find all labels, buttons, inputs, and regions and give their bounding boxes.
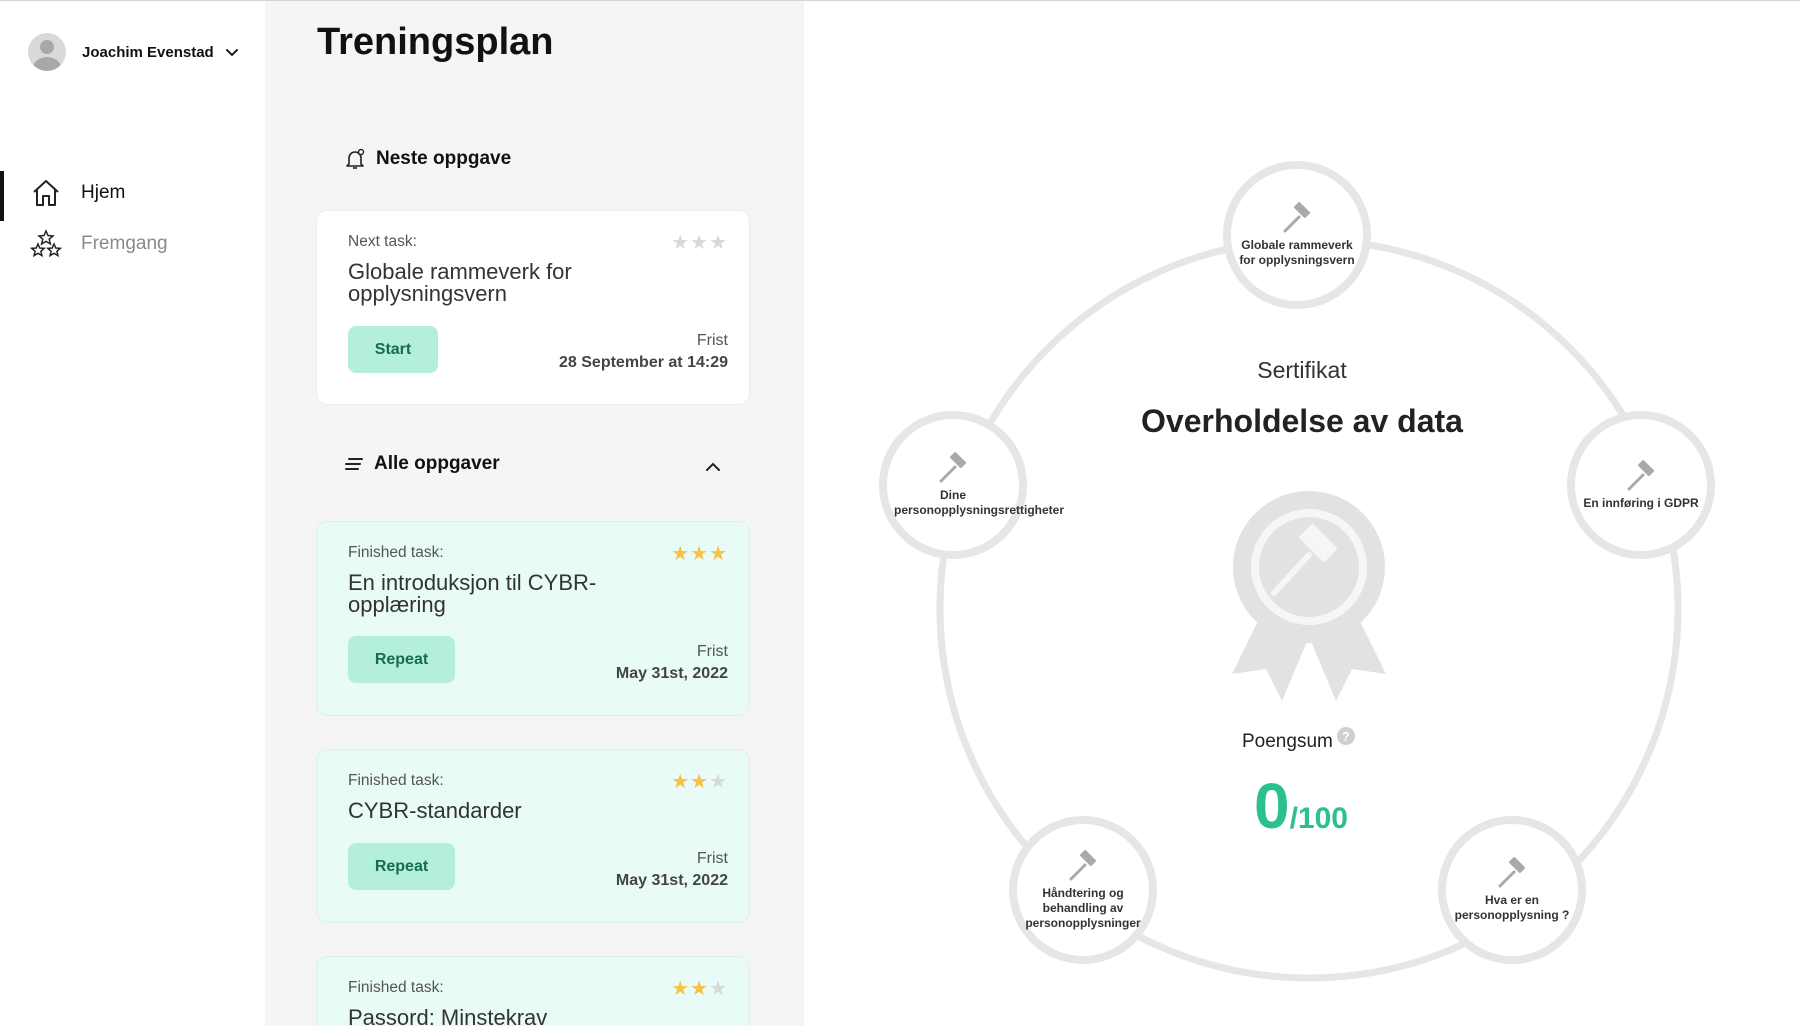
score-label-text: Poengsum [1242, 731, 1333, 752]
star-icon: ★ [709, 978, 727, 1000]
section-label: Alle oppgaver [374, 453, 500, 474]
deadline-value: May 31st, 2022 [615, 872, 728, 889]
gavel-icon [939, 452, 967, 483]
task-kind: Finished task: [348, 544, 444, 561]
gavel-icon [1069, 849, 1097, 880]
start-button[interactable]: Start [348, 326, 438, 373]
star-icon: ★ [709, 543, 727, 565]
module-label: Globale rammeverk for opplysningsvern [1239, 238, 1355, 267]
star-rating: ★ ★ ★ [671, 979, 727, 999]
sidebar-item-label: Hjem [81, 182, 126, 203]
star-rating: ★ ★ ★ [671, 772, 727, 792]
deadline: Frist 28 September at 14:29 [559, 332, 728, 372]
next-task-card: Next task: ★ ★ ★ Globale rammeverk for o… [317, 211, 749, 404]
star-icon: ★ [709, 771, 727, 793]
sidebar-item-home[interactable]: Hjem [0, 171, 265, 221]
all-tasks-heading: Alle oppgaver [343, 453, 500, 475]
bell-icon [346, 148, 365, 169]
task-card: Finished task: ★ ★ ★ En introduksjon til… [317, 522, 749, 715]
task-kind: Finished task: [348, 979, 444, 996]
star-icon: ★ [690, 543, 709, 565]
deadline-label: Frist [696, 643, 728, 660]
star-icon: ★ [690, 771, 709, 793]
gavel-icon [1283, 202, 1311, 233]
gavel-icon [1498, 857, 1526, 888]
repeat-button[interactable]: Repeat [348, 843, 455, 890]
chevron-down-icon [225, 49, 238, 57]
page-title: Treningsplan [317, 21, 554, 63]
score: 0 [1254, 770, 1290, 842]
score-value: 0/100 [1254, 769, 1348, 843]
deadline: Frist May 31st, 2022 [616, 850, 728, 890]
next-task-heading: Neste oppgave [343, 147, 511, 171]
certificate-badge-icon [1232, 491, 1386, 701]
deadline-value: 28 September at 14:29 [559, 354, 728, 371]
module-node[interactable]: Håndtering og behandling av personopplys… [1009, 816, 1157, 964]
score-max: /100 [1289, 802, 1348, 835]
user-name: Joachim Evenstad [82, 43, 214, 61]
sidebar-item-progress[interactable]: Fremgang [0, 222, 265, 266]
score-label: Poengsum ? [1242, 727, 1355, 753]
module-label: Dine personopplysningsrettigheter [894, 488, 1065, 517]
star-icon: ★ [709, 232, 727, 254]
star-icon: ★ [671, 543, 690, 565]
task-title: Passord: Minstekrav [348, 1005, 548, 1026]
chevron-up-icon[interactable] [702, 456, 724, 478]
sidebar-item-label: Fremgang [81, 233, 168, 254]
home-icon [33, 180, 59, 206]
user-menu[interactable]: Joachim Evenstad [28, 33, 240, 71]
avatar [28, 33, 66, 71]
task-title: En introduksjon til CYBR-opplæring [348, 570, 597, 617]
task-card: Finished task: ★ ★ ★ CYBR-standarder Rep… [317, 750, 749, 922]
task-title: CYBR-standarder [348, 798, 522, 823]
module-label: Hva er en personopplysning ? [1454, 893, 1570, 922]
module-label: Håndtering og behandling av personopplys… [1025, 885, 1141, 930]
certificate-label: Sertifikat [1257, 357, 1347, 383]
training-plan-panel: Treningsplan Neste oppgave Next task: ★ … [265, 0, 804, 1026]
sidebar: Joachim Evenstad Hjem Fremgang [0, 0, 265, 1026]
task-kind: Next task: [348, 233, 417, 250]
star-rating: ★ ★ ★ [671, 544, 727, 564]
star-icon: ★ [690, 232, 709, 254]
certificate-name: Overholdelse av data [1141, 403, 1463, 439]
task-card: Finished task: ★ ★ ★ Passord: Minstekrav [317, 957, 749, 1026]
star-rating: ★ ★ ★ [671, 233, 727, 253]
deadline-value: May 31st, 2022 [615, 665, 728, 682]
gavel-icon [1627, 459, 1655, 490]
deadline-label: Frist [696, 332, 728, 349]
help-icon[interactable]: ? [1336, 727, 1355, 745]
star-icon: ★ [671, 978, 690, 1000]
task-kind: Finished task: [348, 772, 444, 789]
module-label: En innføring i GDPR [1583, 495, 1699, 510]
star-icon: ★ [690, 978, 709, 1000]
stars-icon [30, 229, 62, 258]
task-title: Globale rammeverk for opplysningsvern [348, 259, 572, 306]
section-label: Neste oppgave [376, 148, 512, 169]
repeat-button[interactable]: Repeat [348, 636, 455, 683]
star-icon: ★ [671, 232, 690, 254]
certificate-panel: Globale rammeverk for opplysningsvern En… [804, 0, 1800, 1026]
module-node[interactable]: Globale rammeverk for opplysningsvern [1223, 161, 1371, 309]
star-icon: ★ [671, 771, 690, 793]
list-icon [345, 458, 363, 470]
deadline-label: Frist [696, 850, 728, 867]
module-node[interactable]: Hva er en personopplysning ? [1438, 816, 1586, 964]
deadline: Frist May 31st, 2022 [616, 643, 728, 683]
